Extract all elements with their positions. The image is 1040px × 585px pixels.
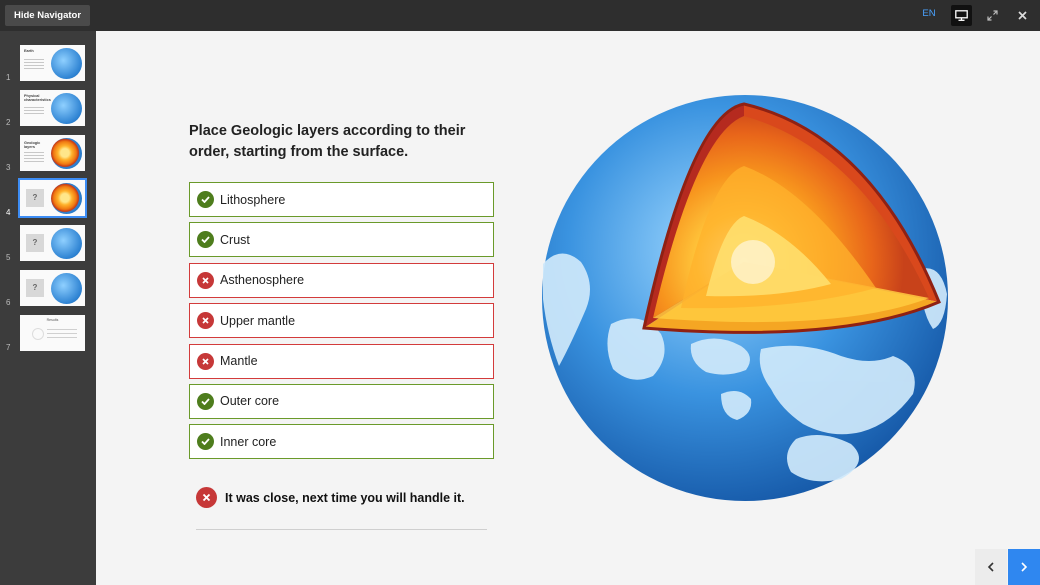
question-mark-icon: ? [26, 279, 44, 297]
slide-number: 5 [6, 253, 11, 262]
question-mark-icon: ? [26, 234, 44, 252]
answer-list: Lithosphere Crust Asthenosphere Upper ma… [189, 182, 494, 465]
slide-thumbnail-7[interactable]: 7 Results [0, 313, 96, 353]
answer-label: Asthenosphere [220, 273, 305, 288]
slide-preview: ? [18, 178, 87, 218]
checkmark-icon [197, 433, 214, 451]
globe-icon [51, 273, 82, 304]
answer-label: Outer core [220, 394, 280, 409]
close-icon[interactable] [1012, 5, 1033, 26]
slide-preview: Earth [20, 45, 85, 81]
checkmark-icon [197, 191, 214, 208]
answer-item[interactable]: Mantle [189, 343, 494, 379]
chevron-right-icon [1021, 562, 1028, 572]
presentation-icon[interactable] [951, 5, 972, 26]
answer-item[interactable]: Crust [189, 222, 494, 258]
slide-number: 1 [6, 73, 11, 82]
question-prompt: Place Geologic layers according to their… [189, 123, 466, 160]
slide-preview: ? [20, 225, 85, 261]
slide-preview: Geologic layers [20, 135, 85, 171]
slide-preview-title: Results [46, 318, 59, 322]
top-toolbar: Hide Navigator EN [0, 0, 1040, 31]
divider [196, 529, 487, 530]
answer-label: Mantle [220, 354, 258, 369]
answer-item[interactable]: Inner core [189, 424, 494, 460]
slide-number: 3 [6, 163, 11, 172]
answer-item[interactable]: Upper mantle [189, 303, 494, 339]
earth-core-icon [51, 138, 82, 169]
answer-item[interactable]: Lithosphere [189, 182, 494, 217]
checkmark-icon [197, 231, 214, 249]
chevron-left-icon [987, 562, 994, 572]
earth-core-icon [51, 183, 82, 214]
slide-thumbnail-3[interactable]: 3 Geologic layers [0, 133, 96, 173]
slide-preview-text [24, 152, 44, 164]
slide-thumbnail-4[interactable]: 4 ? [0, 178, 96, 218]
slide-thumbnail-2[interactable]: 2 Physical characteristics [0, 88, 96, 128]
cross-icon [196, 487, 217, 508]
slide-preview-title: Geologic layers [24, 141, 41, 150]
checkmark-icon [197, 392, 214, 410]
answer-item[interactable]: Asthenosphere [189, 262, 494, 298]
cross-icon [197, 271, 214, 289]
fullscreen-icon[interactable] [982, 5, 1003, 26]
globe-icon [51, 48, 82, 79]
slide-preview-text [24, 59, 44, 71]
slide-thumbnail-1[interactable]: 1 Earth [0, 43, 96, 83]
cross-icon [197, 352, 214, 370]
cross-icon [197, 312, 214, 330]
slide-number: 2 [6, 118, 11, 127]
answer-item[interactable]: Outer core [189, 383, 494, 419]
slide-number: 7 [6, 343, 11, 352]
slide-thumbnail-6[interactable]: 6 ? [0, 268, 96, 308]
slide-preview: ? [20, 270, 85, 306]
slide-number: 4 [6, 208, 11, 217]
previous-slide-button[interactable] [975, 549, 1007, 585]
earth-layers-illustration [542, 95, 948, 501]
slide-preview-text [47, 329, 77, 341]
slide-navigator: 1 Earth 2 Physical characteristics 3 Geo… [0, 31, 96, 585]
answer-label: Inner core [220, 434, 277, 449]
progress-ring-icon [32, 328, 44, 340]
hide-navigator-button[interactable]: Hide Navigator [5, 5, 91, 26]
question-mark-icon: ? [26, 189, 44, 207]
slide-preview-text [24, 107, 44, 116]
slide-preview-title: Earth [24, 49, 34, 53]
language-selector[interactable]: EN [918, 8, 940, 19]
answer-label: Crust [220, 232, 250, 247]
answer-label: Upper mantle [220, 313, 296, 328]
slide-preview-title: Physical characteristics [24, 94, 51, 103]
slide-preview: Physical characteristics [20, 90, 85, 126]
globe-icon [51, 93, 82, 124]
feedback-text: It was close, next time you will handle … [225, 490, 465, 505]
slide-preview: Results [20, 315, 85, 351]
slide-number: 6 [6, 298, 11, 307]
slide-thumbnail-5[interactable]: 5 ? [0, 223, 96, 263]
feedback-message: It was close, next time you will handle … [196, 487, 465, 508]
next-slide-button[interactable] [1008, 549, 1040, 585]
answer-label: Lithosphere [220, 192, 286, 207]
globe-icon [51, 228, 82, 259]
